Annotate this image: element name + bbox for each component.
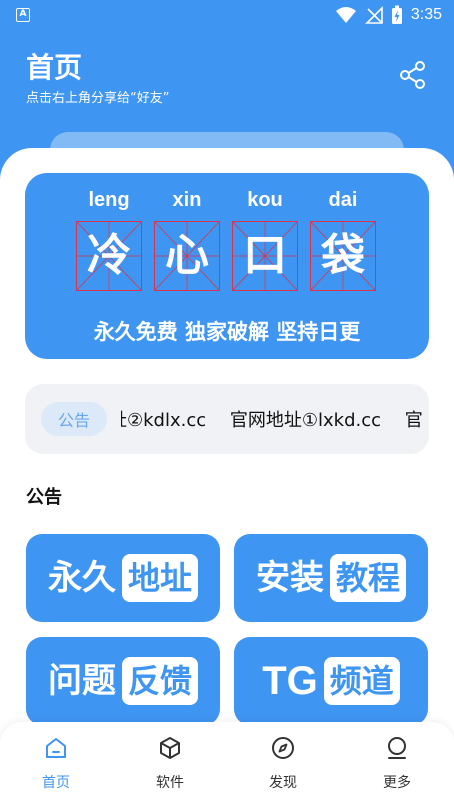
notice-marquee[interactable]: 公告 址②kdlx.cc 官网地址①lxkd.cc 官 (25, 384, 429, 454)
install-tutorial-tile[interactable]: 安装 教程 (234, 534, 428, 622)
no-signal-icon (364, 6, 383, 24)
nav-label: 更多 (383, 775, 411, 791)
char-grid-3: 口 (232, 221, 298, 291)
tile-label: TG (262, 659, 318, 703)
nav-label: 软件 (156, 775, 184, 791)
nav-item-home[interactable]: 首页 (16, 736, 96, 792)
battery-charging-icon (391, 5, 402, 24)
share-button[interactable] (398, 60, 428, 90)
wifi-icon (335, 7, 356, 23)
marquee-text: 址②kdlx.cc 官网地址①lxkd.cc 官 (121, 406, 429, 432)
status-time: 3:35 (410, 6, 442, 23)
banner-slogan: 永久免费 独家破解 坚持日更 (93, 320, 361, 344)
pinyin-3: kou (247, 189, 283, 211)
permanent-address-tile[interactable]: 永久 地址 (26, 534, 220, 622)
tile-label: 安装 (255, 558, 324, 598)
cube-icon (160, 737, 180, 759)
page-subtitle: 点击右上角分享给“好友” (26, 91, 170, 106)
home-icon (46, 738, 66, 758)
nav-item-more[interactable]: 更多 (357, 736, 437, 792)
nav-label: 发现 (269, 775, 297, 791)
feedback-tile[interactable]: 问题 反馈 (26, 637, 220, 725)
tile-label: 永久 (47, 558, 116, 598)
marquee-item: 官 (404, 410, 423, 431)
notice-badge: 公告 (41, 402, 107, 436)
tile-boxed-label: 教程 (329, 554, 406, 602)
grid-character: 心 (165, 230, 209, 281)
profile-icon (388, 737, 406, 759)
pinyin-row: leng xin kou dai (25, 189, 429, 217)
marquee-viewport: 址②kdlx.cc 官网地址①lxkd.cc 官 (121, 406, 429, 434)
section-title: 公告 (26, 487, 62, 508)
marquee-item: 址②kdlx.cc (121, 410, 207, 431)
grid-character: 口 (243, 230, 287, 281)
bottom-navigation: 首页 软件 发现 更多 (0, 722, 454, 807)
tile-boxed-label: 频道 (323, 657, 400, 705)
share-icon (400, 61, 425, 89)
pinyin-2: xin (172, 189, 202, 211)
marquee-item: 官网地址①lxkd.cc (229, 410, 382, 431)
pinyin-4: dai (328, 189, 358, 211)
nav-item-software[interactable]: 软件 (130, 736, 210, 792)
grid-character: 冷 (87, 230, 131, 281)
char-grid-2: 心 (154, 221, 220, 291)
tile-label: 问题 (47, 661, 116, 701)
nav-item-discover[interactable]: 发现 (243, 736, 323, 792)
tile-boxed-label: 反馈 (121, 657, 198, 705)
page-title: 首页 (26, 51, 83, 84)
tile-boxed-label: 地址 (121, 554, 198, 602)
tg-channel-tile[interactable]: TG 频道 (234, 637, 428, 725)
char-grid-1: 冷 (76, 221, 142, 291)
nav-label: 首页 (42, 775, 70, 791)
char-grid-4: 袋 (310, 221, 376, 291)
hero-banner[interactable]: leng xin kou dai 冷 心 口 袋 永久免费 独家破解 坚持日更 (25, 173, 429, 359)
compass-icon (272, 737, 294, 759)
a-app-icon: A (16, 8, 30, 22)
pinyin-1: leng (88, 189, 130, 211)
status-bar: A 3:35 (0, 0, 454, 30)
grid-character: 袋 (321, 230, 365, 281)
